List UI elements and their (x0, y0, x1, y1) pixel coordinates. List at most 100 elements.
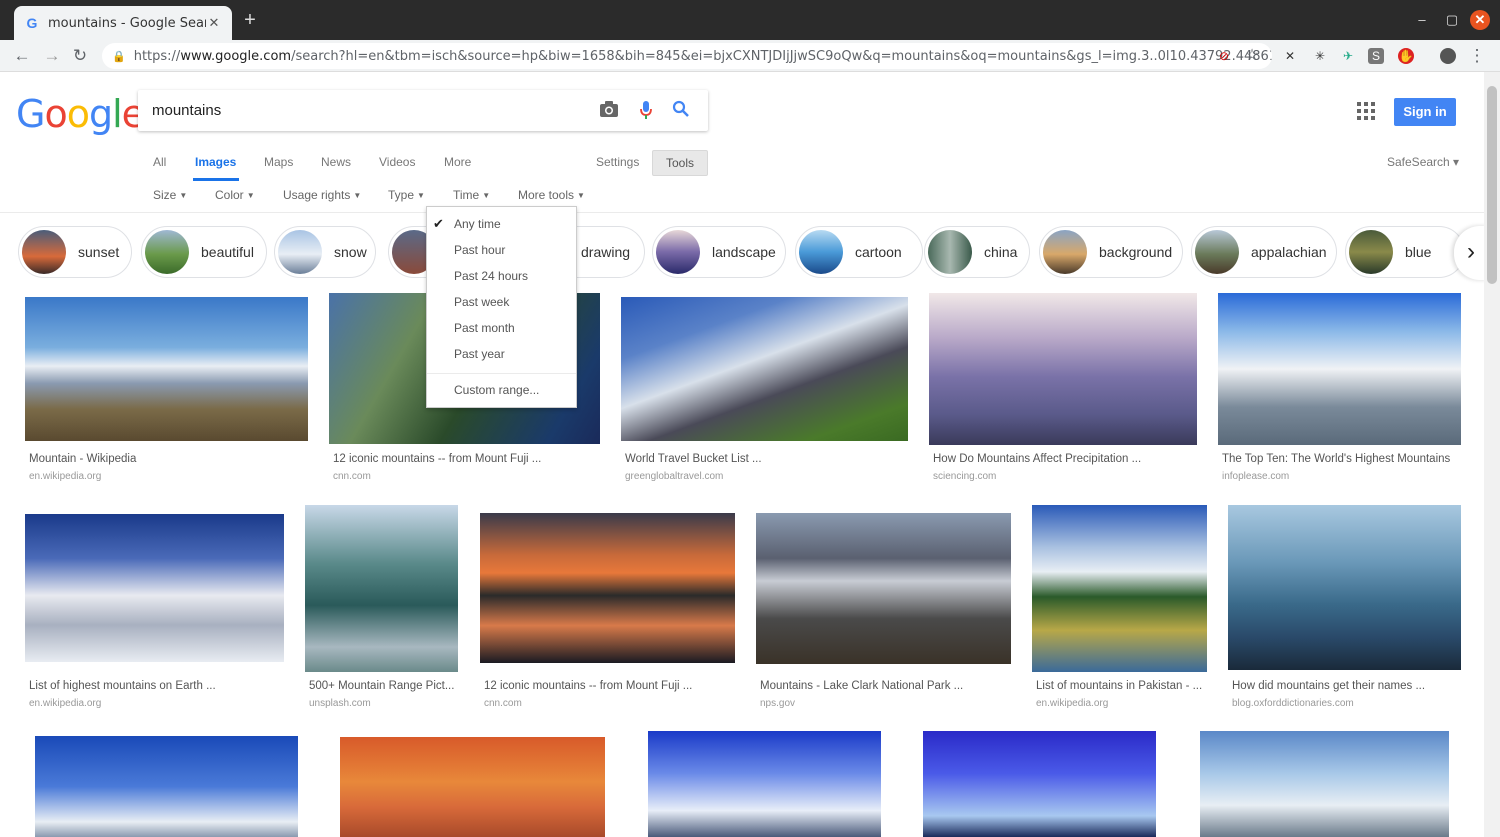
reload-button[interactable]: ↻ (68, 44, 92, 68)
result-image-10[interactable] (1032, 505, 1207, 672)
tools-button[interactable]: Tools (652, 150, 708, 176)
new-tab-button[interactable]: + (240, 10, 260, 30)
logo-letter: G (16, 92, 45, 136)
result-image-16[interactable] (1200, 731, 1449, 837)
menu-item-past-24-hours[interactable]: Past 24 hours (427, 264, 576, 288)
menu-divider (427, 373, 576, 374)
chip-snow[interactable]: snow (274, 226, 376, 278)
microphone-icon[interactable] (635, 100, 657, 122)
tab-more[interactable]: More (444, 155, 471, 169)
tab-videos[interactable]: Videos (379, 155, 415, 169)
window-minimize-button[interactable]: ‒ (1412, 10, 1432, 30)
window-close-button[interactable]: ✕ (1470, 10, 1490, 30)
menu-item-any-time[interactable]: ✔ Any time (427, 212, 576, 236)
chip-cartoon[interactable]: cartoon (795, 226, 923, 278)
logo-letter: g (88, 92, 113, 136)
adblock-icon[interactable]: ✋ (1398, 48, 1414, 64)
chip-background[interactable]: background (1039, 226, 1183, 278)
search-icon[interactable] (670, 100, 692, 122)
result-image-15[interactable] (923, 731, 1156, 837)
browser-tab[interactable]: G mountains - Google Searc ✕ (14, 6, 232, 40)
caret-down-icon: ▼ (417, 191, 425, 200)
page-scrollbar[interactable] (1484, 72, 1500, 837)
extension-x-icon[interactable]: ✕ (1282, 48, 1298, 64)
camera-icon[interactable] (598, 100, 620, 122)
menu-item-past-hour[interactable]: Past hour (427, 238, 576, 262)
header-divider (0, 212, 1484, 213)
browser-menu-icon[interactable]: ⋮ (1465, 44, 1489, 68)
filter-time[interactable]: Time ▼ (453, 188, 490, 202)
logo-letter: l (112, 92, 123, 136)
menu-item-past-year[interactable]: Past year (427, 342, 576, 366)
blocked-content-icon[interactable]: ⊘ (1216, 48, 1232, 64)
result-image-14[interactable] (648, 731, 881, 837)
chip-appalachian[interactable]: appalachian (1191, 226, 1337, 278)
chip-sunset[interactable]: sunset (18, 226, 132, 278)
result-title-11[interactable]: How did mountains get their names ... (1232, 680, 1462, 692)
sign-in-button[interactable]: Sign in (1394, 98, 1456, 126)
scrollbar-thumb[interactable] (1487, 86, 1497, 284)
filter-usage-rights[interactable]: Usage rights ▼ (283, 188, 361, 202)
extension-s-icon[interactable]: S (1368, 48, 1384, 64)
settings-link[interactable]: Settings (596, 155, 639, 169)
result-domain-5: infoplease.com (1222, 471, 1290, 482)
result-domain-7: unsplash.com (309, 698, 371, 709)
checkmark-icon: ✔ (433, 216, 444, 231)
tab-close-icon[interactable]: ✕ (206, 15, 222, 31)
result-title-3[interactable]: World Travel Bucket List ... (625, 453, 905, 465)
bookmark-star-icon[interactable]: ☆ (1240, 44, 1264, 68)
tab-images[interactable]: Images (195, 155, 236, 169)
result-image-4[interactable] (929, 293, 1197, 445)
result-image-11[interactable] (1228, 505, 1461, 670)
result-title-4[interactable]: How Do Mountains Affect Precipitation ..… (933, 453, 1195, 465)
filter-size[interactable]: Size ▼ (153, 188, 187, 202)
menu-item-past-month[interactable]: Past month (427, 316, 576, 340)
result-title-1[interactable]: Mountain - Wikipedia (29, 453, 308, 465)
chip-landscape[interactable]: landscape (652, 226, 786, 278)
result-title-10[interactable]: List of mountains in Pakistan - ... (1036, 680, 1206, 692)
tab-all[interactable]: All (153, 155, 166, 169)
result-domain-4: sciencing.com (933, 471, 997, 482)
result-title-6[interactable]: List of highest mountains on Earth ... (29, 680, 284, 692)
chip-blue[interactable]: blue (1345, 226, 1465, 278)
browser-toolbar: ← → ↻ 🔒 https://www.google.com/search?hl… (0, 40, 1500, 72)
chip-beautiful[interactable]: beautiful (141, 226, 267, 278)
menu-item-custom-range[interactable]: Custom range... (427, 378, 576, 402)
back-button[interactable]: ← (10, 44, 34, 68)
result-title-2[interactable]: 12 iconic mountains -- from Mount Fuji .… (333, 453, 598, 465)
tab-news[interactable]: News (321, 155, 351, 169)
extension-plane-icon[interactable]: ✈ (1340, 48, 1356, 64)
result-image-12[interactable] (35, 736, 298, 837)
result-image-1[interactable] (25, 297, 308, 441)
result-image-5[interactable] (1218, 293, 1461, 445)
google-logo[interactable]: Google (16, 92, 145, 136)
filter-more-tools[interactable]: More tools ▼ (518, 188, 585, 202)
address-bar[interactable]: 🔒 https://www.google.com/search?hl=en&tb… (102, 43, 1272, 69)
result-image-8[interactable] (480, 513, 735, 663)
extension-spider-icon[interactable]: ✳ (1312, 48, 1328, 64)
filter-color[interactable]: Color ▼ (215, 188, 255, 202)
result-title-8[interactable]: 12 iconic mountains -- from Mount Fuji .… (484, 680, 734, 692)
profile-avatar[interactable] (1440, 48, 1456, 64)
filter-type[interactable]: Type ▼ (388, 188, 425, 202)
safesearch-dropdown[interactable]: SafeSearch ▾ (1387, 155, 1459, 169)
logo-letter: o (44, 92, 67, 136)
forward-button[interactable]: → (40, 44, 64, 68)
window-maximize-button[interactable]: ▢ (1442, 10, 1462, 30)
chip-china[interactable]: china (924, 226, 1030, 278)
result-title-7[interactable]: 500+ Mountain Range Pict... (309, 680, 458, 692)
result-image-3[interactable] (621, 297, 908, 441)
chip-thumbnail (278, 230, 322, 274)
menu-item-past-week[interactable]: Past week (427, 290, 576, 314)
result-image-7[interactable] (305, 505, 458, 672)
result-title-9[interactable]: Mountains - Lake Clark National Park ... (760, 680, 1010, 692)
tab-maps[interactable]: Maps (264, 155, 293, 169)
chips-next-chevron-icon[interactable]: › (1454, 226, 1488, 280)
google-apps-icon[interactable] (1357, 102, 1375, 120)
result-image-9[interactable] (756, 513, 1011, 664)
result-title-5[interactable]: The Top Ten: The World's Highest Mountai… (1222, 453, 1462, 465)
tab-title: mountains - Google Searc (48, 15, 206, 31)
result-image-6[interactable] (25, 514, 284, 662)
search-input[interactable] (152, 90, 572, 131)
result-image-13[interactable] (340, 737, 605, 837)
